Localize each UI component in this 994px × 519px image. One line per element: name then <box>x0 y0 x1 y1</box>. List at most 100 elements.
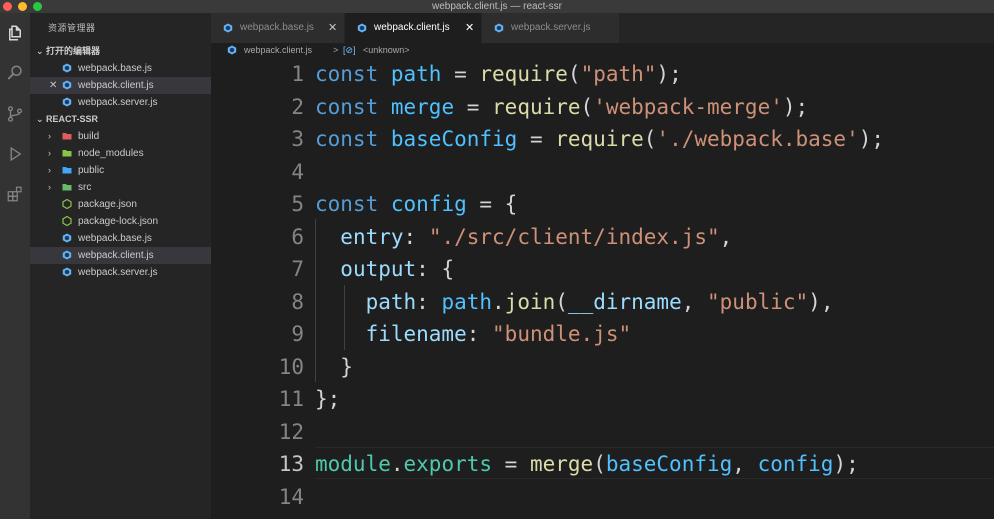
code-line[interactable]: 14 <box>211 481 994 514</box>
open-editor-item[interactable]: ✕ webpack.client.js <box>30 77 211 94</box>
close-icon[interactable]: ✕ <box>465 13 474 43</box>
tree-item-package-json[interactable]: package.json <box>30 196 211 213</box>
breadcrumb-symbol[interactable]: <unknown> <box>363 43 410 57</box>
code-token: merge <box>390 94 455 119</box>
code-token: , <box>719 224 733 249</box>
tree-item-public[interactable]: › public <box>30 162 211 179</box>
code-line[interactable]: 6 entry: "./src/client/index.js", <box>211 221 994 254</box>
tab-webpack-server[interactable]: webpack.server.js <box>482 13 620 43</box>
code-line[interactable]: 9 filename: "bundle.js" <box>211 318 994 351</box>
line-number: 6 <box>291 224 304 249</box>
project-title: REACT-SSR <box>46 114 99 124</box>
tab-label: webpack.client.js <box>374 22 450 33</box>
code-token: __dirname <box>567 289 682 314</box>
code-line[interactable]: 1 const path = require("path"); <box>211 58 994 91</box>
breadcrumb: webpack.client.js > [⊘] <unknown> <box>211 43 994 57</box>
code-line[interactable]: 2 const merge = require('webpack-merge'); <box>211 91 994 124</box>
chevron-down-icon: ⌄ <box>36 114 44 124</box>
code-token: "path" <box>580 62 657 86</box>
line-number: 4 <box>291 159 304 184</box>
code-line[interactable]: 13 module.exports = merge(baseConfig, con… <box>211 448 994 481</box>
code-line[interactable]: 7 output: { <box>211 253 994 286</box>
line-number: 10 <box>278 354 304 379</box>
code-content: }; <box>315 383 340 416</box>
webpack-file-icon <box>62 267 72 277</box>
code-token: = <box>441 62 480 86</box>
tree-item-build[interactable]: › build <box>30 128 211 145</box>
source-control-icon[interactable] <box>2 101 28 127</box>
close-icon[interactable]: ✕ <box>49 77 57 94</box>
code-token: './webpack.base' <box>656 127 859 151</box>
extensions-icon[interactable] <box>2 181 28 207</box>
code-token: baseConfig <box>605 452 733 476</box>
code-line[interactable]: 10 } <box>211 351 994 384</box>
code-token: ); <box>656 62 682 86</box>
activity-bar <box>0 13 30 519</box>
code-token: module <box>315 452 391 476</box>
search-icon[interactable] <box>2 60 28 86</box>
code-token: exports <box>403 452 493 476</box>
open-editor-label: webpack.client.js <box>78 80 154 91</box>
code-token: = { <box>466 192 518 216</box>
project-section[interactable]: ⌄ REACT-SSR <box>30 111 211 128</box>
code-token: : { <box>416 257 455 281</box>
open-editor-item[interactable]: webpack.base.js <box>30 60 211 77</box>
folder-icon <box>62 150 72 157</box>
open-editor-item[interactable]: webpack.server.js <box>30 94 211 111</box>
chevron-right-icon: › <box>48 131 51 141</box>
code-token: config <box>757 452 834 476</box>
tab-label: webpack.base.js <box>240 22 314 33</box>
editor-tab-bar: webpack.base.js ✕ webpack.client.js ✕ we… <box>211 13 994 43</box>
code-line[interactable]: 11}; <box>211 383 994 416</box>
code-token: require <box>479 62 568 86</box>
open-editors-section[interactable]: ⌄ 打开的编辑器 <box>30 43 211 60</box>
code-line[interactable]: 5 const config = { <box>211 188 994 221</box>
folder-icon <box>62 184 72 191</box>
code-token: const <box>315 62 379 86</box>
code-token: ( <box>555 289 568 314</box>
code-editor[interactable]: 1 const path = require("path"); 2 const mer… <box>211 57 994 519</box>
code-content: path: path.join(__dirname, "public"), <box>315 286 834 319</box>
tree-item-webpack-base[interactable]: webpack.base.js <box>30 230 211 247</box>
chevron-right-icon: › <box>48 165 51 175</box>
close-icon[interactable]: ✕ <box>328 13 337 43</box>
code-line[interactable]: 8 path: path.join(__dirname, "public"), <box>211 286 994 319</box>
tab-webpack-base[interactable]: webpack.base.js ✕ <box>211 13 345 43</box>
code-token: path <box>441 289 493 314</box>
code-content: entry: "./src/client/index.js", <box>315 221 732 254</box>
tree-item-webpack-server[interactable]: webpack.server.js <box>30 264 211 281</box>
code-content: const config = { <box>315 188 517 221</box>
code-content: } <box>315 351 353 384</box>
tab-webpack-client[interactable]: webpack.client.js ✕ <box>345 13 482 43</box>
tree-item-webpack-client[interactable]: webpack.client.js <box>30 247 211 264</box>
tree-item-package-lock-json[interactable]: package-lock.json <box>30 213 211 230</box>
code-token: , <box>681 289 708 314</box>
code-line[interactable]: 3 const baseConfig = require('./webpack.b… <box>211 123 994 156</box>
code-token: join <box>504 289 556 314</box>
webpack-file-icon <box>494 23 504 33</box>
code-token: ); <box>782 94 809 119</box>
code-token: path <box>365 289 417 314</box>
webpack-file-icon <box>62 250 72 260</box>
folder-icon <box>62 167 72 174</box>
code-line[interactable]: 12 <box>211 416 994 449</box>
line-number: 8 <box>291 289 304 314</box>
folder-icon <box>62 133 72 140</box>
explorer-header: 资源管理器 <box>48 23 96 33</box>
files-icon[interactable] <box>2 20 28 46</box>
tree-item-node-modules[interactable]: › node_modules <box>30 145 211 162</box>
tree-item-src[interactable]: › src <box>30 179 211 196</box>
nodejs-file-icon <box>62 199 72 209</box>
code-token: ( <box>580 94 594 119</box>
breadcrumb-file[interactable]: webpack.client.js <box>244 43 312 57</box>
explorer-sidebar: 资源管理器 ⌄ 打开的编辑器 webpack.base.js ✕ webpack.… <box>30 13 211 519</box>
code-line[interactable]: 4 <box>211 156 994 189</box>
run-debug-icon[interactable] <box>2 141 28 167</box>
code-token: : <box>403 224 429 249</box>
nodejs-file-icon <box>62 216 72 226</box>
open-editor-label: webpack.server.js <box>78 97 158 108</box>
code-token: . <box>492 289 505 314</box>
